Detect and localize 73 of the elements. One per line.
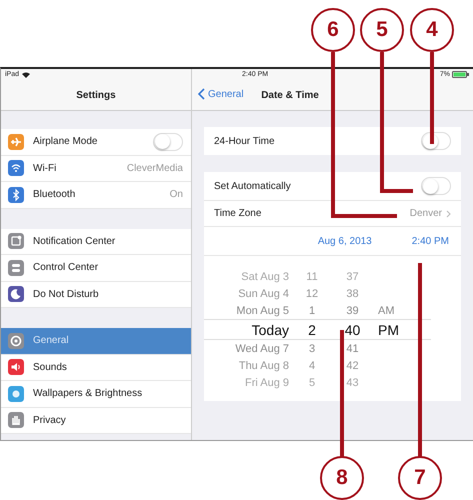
picker-minute: 37 [345, 270, 360, 282]
settings-item[interactable]: Sounds [1, 354, 191, 381]
callout-number: 4 [410, 8, 454, 52]
callout-number: 5 [360, 8, 404, 52]
item-label: Wi-Fi [33, 162, 58, 174]
picker-hour: 2 [307, 322, 317, 338]
item-label: Wallpapers & Brightness [33, 388, 144, 400]
item-label: Control Center [33, 262, 100, 274]
picker-hour: 4 [308, 360, 316, 372]
back-button[interactable]: General [198, 88, 244, 100]
settings-item[interactable]: Wi-Fi CleverMedia [1, 156, 191, 182]
page-title: Date & Time [261, 90, 319, 100]
sliders-icon [8, 260, 24, 276]
settings-item[interactable]: Do Not Disturb [1, 282, 191, 308]
picker-ampm: PM [378, 322, 399, 338]
settings-item[interactable]: Bluetooth On [1, 182, 191, 208]
toggle-switch[interactable] [421, 177, 451, 195]
picker-minute: 40 [344, 322, 362, 338]
picker-day: Wed Aug 7 [204, 342, 289, 354]
notification-icon [8, 233, 24, 250]
picker-day: Sat Aug 3 [204, 270, 289, 282]
item-label: Airplane Mode [33, 136, 98, 148]
picker-minute: 38 [345, 288, 360, 300]
picker-day: Today [204, 322, 289, 338]
toggle-switch[interactable] [421, 132, 451, 150]
picker-day: Mon Aug 5 [204, 304, 289, 316]
settings-item[interactable]: Notification Center [1, 228, 191, 255]
gear-icon [8, 332, 24, 349]
picker-hour: 11 [305, 270, 319, 282]
item-label: Do Not Disturb [33, 288, 100, 300]
item-value: CleverMedia [126, 162, 183, 174]
setting-value: Denver [410, 208, 442, 219]
airplane-icon [8, 134, 24, 150]
back-chevron-icon [198, 88, 205, 100]
settings-item[interactable]: Privacy [1, 408, 191, 434]
item-label: Bluetooth [33, 189, 76, 200]
battery-icon [452, 71, 469, 78]
setting-label: 24-Hour Time [214, 136, 275, 146]
item-value: On [170, 189, 183, 200]
settings-item[interactable]: Airplane Mode [1, 129, 191, 156]
setting-label: Time Zone [214, 208, 262, 219]
item-label: General [33, 335, 70, 346]
item-label: Sounds [33, 362, 68, 373]
callout-number: 7 [398, 456, 442, 500]
picker-hour: 1 [308, 304, 316, 316]
picker-minute: 41 [345, 342, 360, 354]
callout-number: 6 [311, 8, 355, 52]
settings-item[interactable]: Control Center [1, 255, 191, 282]
picker-hour: 3 [308, 342, 316, 354]
wifi-icon [8, 160, 24, 176]
item-label: Notification Center [33, 236, 116, 247]
picker-day: Sun Aug 4 [204, 288, 289, 300]
setting-label: Set Automatically [214, 180, 291, 192]
picker-minute: 39 [345, 304, 360, 316]
date-value[interactable]: Aug 6, 2013 [318, 236, 372, 246]
time-value[interactable]: 2:40 PM [412, 236, 449, 246]
toggle-switch[interactable] [153, 132, 183, 151]
picker-minute: 43 [345, 376, 360, 388]
chevron-icon [446, 210, 451, 218]
settings-item[interactable]: Wallpapers & Brightness [1, 381, 191, 408]
picker-minute: 42 [345, 360, 360, 372]
picker-hour: 12 [304, 288, 320, 300]
bluetooth-icon [8, 186, 24, 203]
callout-number: 8 [320, 456, 364, 500]
picker-day: Thu Aug 8 [204, 360, 289, 372]
picker-ampm: AM [378, 304, 394, 316]
sidebar-title: Settings [76, 90, 116, 100]
wifi-icon [22, 72, 30, 78]
picker-hour: 5 [308, 376, 316, 388]
speaker-icon [8, 359, 24, 376]
picker-day: Fri Aug 9 [204, 376, 289, 388]
item-label: Privacy [33, 414, 67, 426]
moon-icon [8, 286, 24, 302]
